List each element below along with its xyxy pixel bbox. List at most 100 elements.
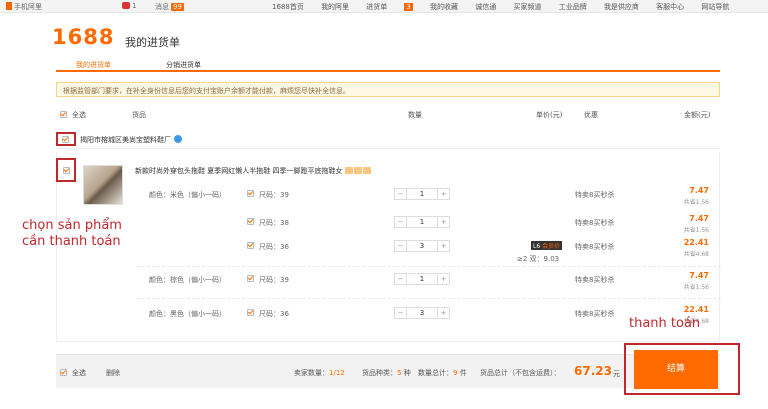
promo-label: 特卖8买秒杀 (575, 310, 615, 318)
tag-icon (354, 167, 363, 174)
color-label: 颜色：黑色（偏小一码） (149, 310, 226, 318)
product-block: 新款时尚外穿包头拖鞋 夏季网红懒人半拖鞋 四季一脚蹬平底拖鞋女 颜色：米色（偏小… (56, 152, 721, 342)
quantity-stepper[interactable]: − 1 + (394, 188, 450, 200)
sellers-label: 卖家数量： (294, 369, 329, 377)
user-icon (122, 2, 130, 9)
quantity-stepper[interactable]: − 1 + (394, 216, 450, 228)
total-amount: 67.23 (574, 364, 612, 378)
col-unit-price: 单价(元) (536, 111, 563, 119)
annotation-line-1: chọn sản phẩm (22, 218, 122, 233)
promo-label: 特卖8买秒杀 (575, 243, 615, 251)
increase-button[interactable]: + (437, 308, 449, 318)
tab-bar: 我的进货单 分销进货单 (56, 58, 720, 72)
shop-name-link[interactable]: 揭阳市榕城区美尚宝塑料鞋厂 (80, 135, 182, 145)
mobile-link[interactable]: 手机阿里 (6, 2, 42, 12)
annotation-line-2: cần thanh toán (22, 234, 121, 249)
decrease-button[interactable]: − (395, 217, 407, 227)
increase-button[interactable]: + (437, 217, 449, 227)
nav-my-alibaba[interactable]: 我的阿里 (321, 3, 349, 11)
tab-my-cart[interactable]: 我的进货单 (76, 60, 111, 70)
nav-home[interactable]: 1688首页 (272, 3, 304, 11)
nav-buyer-channel[interactable]: 买家频道 (513, 3, 541, 11)
user-badge: 1 (132, 2, 137, 10)
size-label: 尺码：36 (259, 243, 289, 251)
nav-cart-label: 进货单 (366, 3, 388, 11)
tag-icon (363, 167, 372, 174)
size-checkbox[interactable] (247, 241, 254, 249)
messages-link[interactable]: 消息 99 (155, 2, 184, 12)
quantity-stepper[interactable]: − 3 + (394, 240, 450, 252)
bottom-select-all-checkbox[interactable] (60, 368, 67, 376)
size-checkbox[interactable] (247, 189, 254, 197)
qty-label: 数量总计： (418, 369, 453, 377)
nav-site-map[interactable]: 网站导航 (701, 3, 729, 11)
quantity-stepper[interactable]: − 1 + (394, 273, 450, 285)
size-label: 尺码：36 (259, 310, 289, 318)
phone-icon (6, 2, 12, 10)
row-price: 7.47 (689, 271, 709, 280)
badge-text: 会员价 (542, 243, 561, 250)
row-saving: 共省1.56 (683, 227, 709, 234)
size-checkbox[interactable] (247, 308, 254, 316)
decrease-button[interactable]: − (395, 308, 407, 318)
increase-button[interactable]: + (437, 189, 449, 199)
product-title-link[interactable]: 新款时尚外穿包头拖鞋 夏季网红懒人半拖鞋 四季一脚蹬平底拖鞋女 (135, 166, 372, 176)
checkbox-icon (60, 111, 67, 118)
logo[interactable]: 1688 (52, 25, 114, 49)
col-select-all: 全选 (72, 111, 86, 119)
increase-button[interactable]: + (437, 241, 449, 251)
kinds-label: 货品种类： (362, 369, 397, 377)
quantity-value[interactable]: 3 (407, 308, 437, 318)
annotation-pay: thanh toán (629, 316, 701, 331)
quantity-stepper[interactable]: − 3 + (394, 307, 450, 319)
checkbox-icon (247, 189, 254, 197)
column-header: 全选 货品 数量 单价(元) 优惠 金额(元) (56, 109, 720, 121)
checkbox-icon (60, 368, 67, 376)
increase-button[interactable]: + (437, 274, 449, 284)
decrease-button[interactable]: − (395, 274, 407, 284)
promo-label: 特卖8买秒杀 (575, 219, 615, 227)
nav-trustpass[interactable]: 诚信通 (475, 3, 496, 11)
highlight-shop-checkbox (56, 132, 76, 146)
row-price: 7.47 (689, 186, 709, 195)
nav-industrial-brand[interactable]: 工业品牌 (559, 3, 587, 11)
badge-level: L6 (533, 243, 541, 250)
checkbox-icon (247, 274, 254, 282)
qty-value: 9 (453, 369, 458, 377)
tab-distribution-cart[interactable]: 分销进货单 (166, 60, 201, 70)
row-price: 7.47 (689, 214, 709, 223)
sellers-total: /12 (333, 369, 345, 377)
cart-count-badge: 3 (404, 3, 413, 11)
nav-favorites[interactable]: 我的收藏 (430, 3, 458, 11)
row-saving: 共省1.56 (683, 284, 709, 291)
decrease-button[interactable]: − (395, 241, 407, 251)
quantity-value[interactable]: 1 (407, 274, 437, 284)
quantity-value[interactable]: 3 (407, 241, 437, 251)
delete-link[interactable]: 删除 (106, 368, 120, 378)
nav-supplier[interactable]: 我是供应商 (604, 3, 639, 11)
nav-cart[interactable]: 进货单 3 (366, 3, 413, 11)
product-tags (345, 167, 372, 175)
spec-row: 颜色：米色（偏小一码） 尺码：39 − 1 + 特卖8买秒杀 7.47 共省1.… (57, 186, 721, 214)
size-checkbox[interactable] (247, 217, 254, 225)
spec-row: 尺码：36 − 3 + L6 会员价 ≥2 双：9.03 特卖8买秒杀 22.4… (57, 238, 721, 266)
decrease-button[interactable]: − (395, 189, 407, 199)
messages-count-badge: 99 (171, 3, 184, 11)
size-checkbox[interactable] (247, 274, 254, 282)
quantity-value[interactable]: 1 (407, 217, 437, 227)
row-price: 22.41 (683, 238, 709, 247)
top-nav: 1688首页 我的阿里 进货单 3 我的收藏 诚信通 买家频道 工业品牌 我是供应… (272, 2, 744, 12)
qty-unit: 件 (459, 369, 467, 377)
color-label: 颜色：米色（偏小一码） (149, 191, 226, 199)
nav-service-center[interactable]: 客服中心 (656, 3, 684, 11)
row-saving: 共省1.56 (683, 199, 709, 206)
spec-row: 颜色：棕色（偏小一码） 尺码：39 − 1 + 特卖8买秒杀 7.47 共省1.… (137, 266, 721, 294)
tag-icon (345, 167, 354, 174)
top-bar: 手机阿里 1 消息 99 1688首页 我的阿里 进货单 3 我的收藏 诚信通 买家… (0, 0, 768, 13)
quantity-value[interactable]: 1 (407, 189, 437, 199)
wangwang-chat-icon[interactable] (174, 135, 182, 143)
user-menu[interactable]: 1 (122, 2, 136, 10)
kinds-value: 5 (397, 369, 402, 377)
checkbox-icon (247, 217, 254, 225)
currency-unit: 元 (613, 370, 620, 378)
